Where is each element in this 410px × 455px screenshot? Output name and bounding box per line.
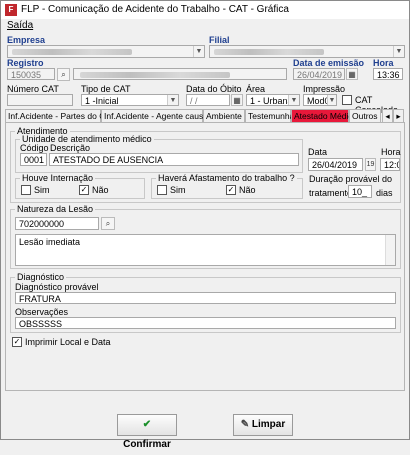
tipo-cat-value: 1 -Inicial xyxy=(85,96,119,106)
confirmar-button[interactable]: ✔ Confirmar xyxy=(117,414,177,450)
menu-saida[interactable]: Saída xyxy=(7,20,33,31)
tab-testemunhas[interactable]: Testemunhas xyxy=(245,109,299,122)
natureza-codigo-field[interactable]: 702000000 xyxy=(15,217,99,230)
area-select[interactable]: 1 - Urbana ▼ xyxy=(246,94,300,106)
calendar-icon[interactable]: ▦ xyxy=(231,94,243,106)
app-icon: F xyxy=(5,4,17,16)
observacoes-field[interactable]: OBSSSSS xyxy=(15,317,396,329)
atendimento-group: Atendimento Unidade de atendimento médic… xyxy=(10,126,401,203)
tab-atestado-medico[interactable]: Atestado Médico xyxy=(291,109,357,122)
observacoes-label: Observações xyxy=(15,307,69,317)
afastamento-label: Haverá Afastamento do trabalho ? xyxy=(156,173,297,183)
data-emissao-field[interactable]: 26/04/2019 xyxy=(293,68,345,80)
chevron-down-icon[interactable]: ▼ xyxy=(167,95,178,105)
data-emissao-label: Data de emissão xyxy=(293,58,365,68)
descricao-field[interactable]: ATESTADO DE AUSENCIA xyxy=(49,153,299,166)
menu-bar: Saída xyxy=(1,19,409,33)
chevron-left-icon[interactable]: ◂ xyxy=(382,109,393,122)
afastamento-sim-checkbox[interactable] xyxy=(157,185,167,195)
chevron-down-icon[interactable]: ▼ xyxy=(193,46,204,57)
area-value: 1 - Urbana xyxy=(250,96,293,106)
calendar-icon[interactable]: 19 xyxy=(365,158,376,171)
chevron-right-icon[interactable]: ▸ xyxy=(393,109,404,122)
data-obito-field[interactable]: / / xyxy=(186,94,230,106)
hora-label: Hora xyxy=(373,58,394,68)
impressao-select[interactable]: Mod01 ▼ xyxy=(303,94,337,106)
tab-ambiente[interactable]: Ambiente xyxy=(203,109,245,122)
duracao-label: Duração provável do xyxy=(309,174,393,184)
natureza-descricao-text: Lesão imediata xyxy=(19,237,81,247)
tab-strip: Inf.Acidente - Partes do Corpo Inf.Acide… xyxy=(5,109,405,123)
filial-field[interactable]: ▼ xyxy=(209,45,405,58)
hora-field[interactable]: 13:36 xyxy=(373,68,403,80)
tratamento-label: tratamento xyxy=(309,188,353,198)
funcionario-field xyxy=(73,68,287,80)
tab-outros[interactable]: Outros xyxy=(349,109,381,122)
numero-cat-label: Número CAT xyxy=(7,84,59,94)
afastamento-nao-checkbox[interactable]: ✓ xyxy=(226,185,236,195)
internacao-sim-label: Sim xyxy=(34,185,50,195)
diagnostico-group-label: Diagnóstico xyxy=(15,272,67,282)
area-label: Área xyxy=(246,84,266,94)
natureza-descricao-field[interactable]: Lesão imediata xyxy=(15,234,396,266)
chevron-down-icon[interactable]: ▼ xyxy=(327,95,336,105)
tipo-cat-label: Tipo de CAT xyxy=(81,84,131,94)
data-obito-label: Data do Óbito xyxy=(186,84,242,94)
codigo-field[interactable]: 0001 xyxy=(20,153,47,166)
redacted-text xyxy=(214,49,324,55)
tipo-cat-select[interactable]: 1 -Inicial ▼ xyxy=(81,94,179,106)
title-bar: F FLP - Comunicação de Acidente do Traba… xyxy=(1,1,409,19)
chevron-down-icon[interactable]: ▼ xyxy=(288,95,299,105)
natureza-group-label: Natureza da Lesão xyxy=(15,204,96,214)
confirmar-label: Confirmar xyxy=(123,439,171,450)
diagnostico-provavel-field[interactable]: FRATURA xyxy=(15,292,396,304)
afastamento-group: Haverá Afastamento do trabalho ? Sim ✓ N… xyxy=(151,173,303,199)
tratamento-field[interactable]: 10_ xyxy=(348,185,372,198)
afastamento-sim-label: Sim xyxy=(170,185,186,195)
internacao-group: Houve Internação Sim ✓ Não xyxy=(15,173,145,199)
hora-atendimento-field[interactable]: 12:00 xyxy=(380,158,400,171)
unidade-group: Unidade de atendimento médico Código Des… xyxy=(15,134,303,173)
afastamento-nao-label: Não xyxy=(239,185,256,195)
internacao-nao-label: Não xyxy=(92,185,109,195)
main-window: F FLP - Comunicação de Acidente do Traba… xyxy=(0,0,410,450)
internacao-label: Houve Internação xyxy=(20,173,96,183)
imprimir-local-checkbox[interactable]: ✓ xyxy=(12,337,22,347)
data-label: Data xyxy=(308,147,328,157)
eraser-icon: ✎ xyxy=(240,419,250,430)
redacted-text xyxy=(80,72,230,78)
limpar-button[interactable]: ✎ Limpar xyxy=(233,414,293,436)
window-title: FLP - Comunicação de Acidente do Trabalh… xyxy=(21,4,289,15)
binoculars-icon[interactable]: ⌕ xyxy=(101,217,115,230)
binoculars-icon[interactable]: ⌕ xyxy=(57,68,70,81)
tab-agente-causador[interactable]: Inf.Acidente - Agente causador xyxy=(101,109,220,122)
diagnostico-provavel-label: Diagnóstico provável xyxy=(15,282,99,292)
checkmark-icon: ✔ xyxy=(142,419,152,430)
registro-field[interactable]: 150035 xyxy=(7,68,55,80)
hora-atendimento-label: Hora xyxy=(381,147,401,157)
numero-cat-field[interactable] xyxy=(7,94,73,106)
tab-partes-corpo[interactable]: Inf.Acidente - Partes do Corpo xyxy=(5,109,122,122)
imprimir-local-label: Imprimir Local e Data xyxy=(25,337,111,347)
limpar-label: Limpar xyxy=(251,419,286,430)
empresa-label: Empresa xyxy=(7,35,46,45)
natureza-group: Natureza da Lesão 702000000 ⌕ Lesão imed… xyxy=(10,204,401,269)
internacao-nao-checkbox[interactable]: ✓ xyxy=(79,185,89,195)
diagnostico-group: Diagnóstico Diagnóstico provável FRATURA… xyxy=(10,272,401,333)
tab-panel: Atendimento Unidade de atendimento médic… xyxy=(5,122,405,391)
scrollbar[interactable] xyxy=(385,235,395,265)
descricao-label: Descrição xyxy=(50,143,91,153)
redacted-text xyxy=(12,49,132,55)
registro-label: Registro xyxy=(7,58,44,68)
chevron-down-icon[interactable]: ▼ xyxy=(393,46,404,57)
impressao-label: Impressão xyxy=(303,84,346,94)
empresa-field[interactable]: ▼ xyxy=(7,45,205,58)
internacao-sim-checkbox[interactable] xyxy=(21,185,31,195)
calendar-icon[interactable]: ▦ xyxy=(346,68,358,80)
cat-cancelada-checkbox[interactable] xyxy=(342,95,352,105)
filial-label: Filial xyxy=(209,35,230,45)
dias-label: dias xyxy=(376,188,393,198)
data-atendimento-field[interactable]: 26/04/2019 xyxy=(308,158,363,171)
codigo-label: Código xyxy=(20,143,49,153)
